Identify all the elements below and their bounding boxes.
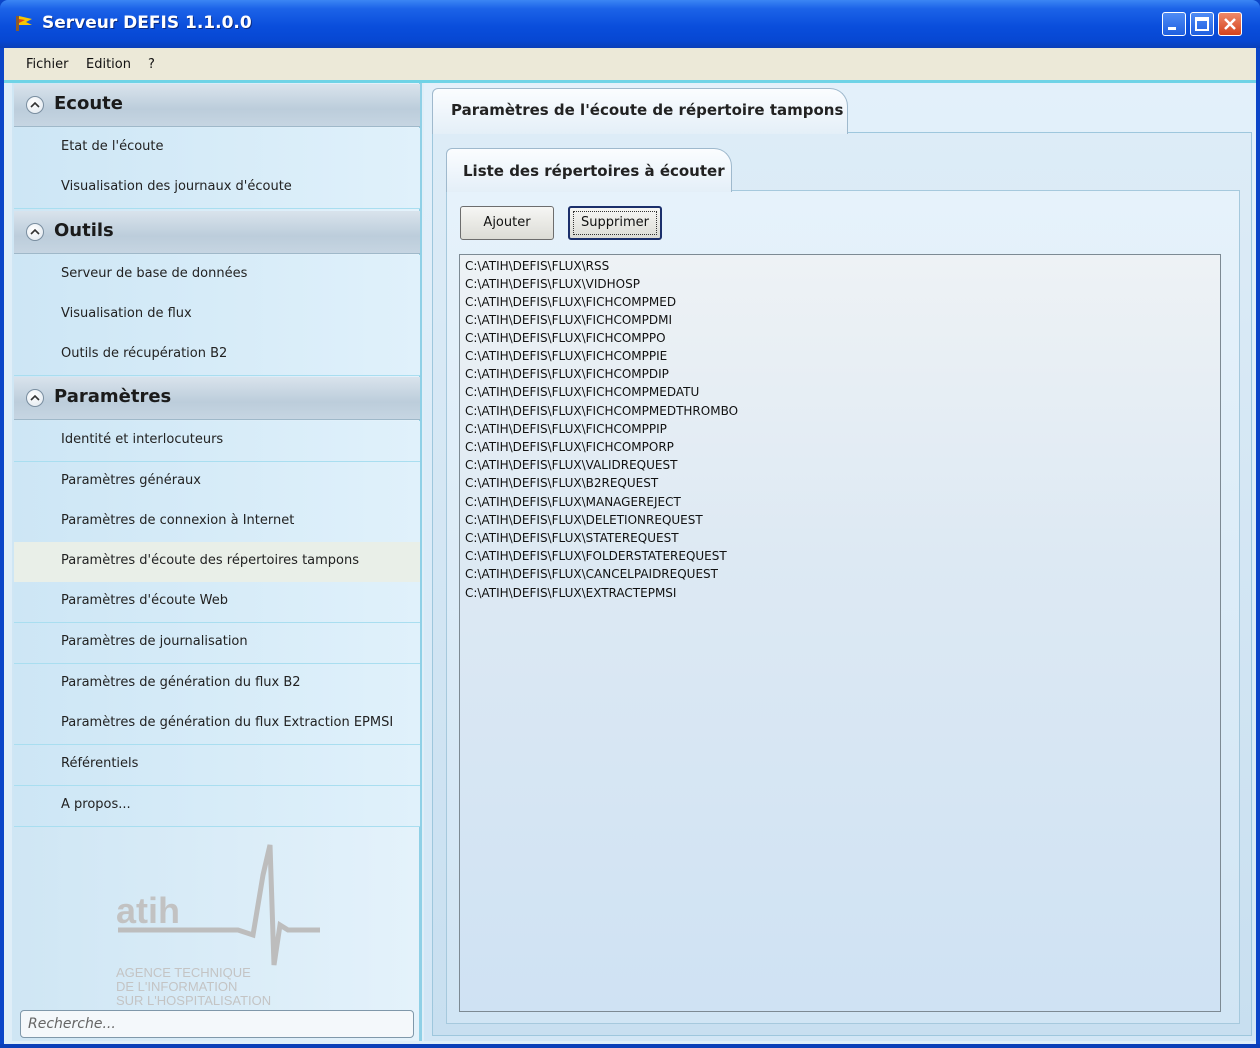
sidebar-item-etat-ecoute[interactable]: Etat de l'écoute — [14, 128, 420, 169]
atih-logo: atih AGENCE TECHNIQUE DE L'INFORMATION S… — [116, 844, 320, 1008]
section-outils-header[interactable]: Outils — [14, 211, 420, 254]
sidebar-item-label: Paramètres de journalisation — [61, 634, 248, 649]
tab-label: Paramètres de l'écoute de répertoire tam… — [451, 101, 844, 119]
window-frame-right — [1256, 48, 1260, 1048]
tab-liste-repertoires[interactable]: Liste des répertoires à écouter — [446, 148, 732, 192]
sidebar-item-parametres-generaux[interactable]: Paramètres généraux — [14, 462, 420, 503]
app-window: Serveur DEFIS 1.1.0.0 Fichier Edition ? … — [0, 0, 1260, 1048]
sidebar-item-referentiels[interactable]: Référentiels — [14, 745, 420, 786]
tab-ecoute-repertoires[interactable]: Paramètres de l'écoute de répertoire tam… — [432, 88, 848, 134]
list-item[interactable]: C:\ATIH\DEFIS\FLUX\FICHCOMPDIP — [465, 367, 669, 382]
sidebar-item-recuperation-b2[interactable]: Outils de récupération B2 — [14, 335, 420, 376]
window-title: Serveur DEFIS 1.1.0.0 — [42, 13, 252, 33]
sidebar-item-ecoute-web[interactable]: Paramètres d'écoute Web — [14, 582, 420, 623]
logo-line-3: SUR L'HOSPITALISATION — [116, 993, 271, 1008]
minimize-button[interactable] — [1162, 12, 1186, 36]
maximize-button[interactable] — [1190, 12, 1214, 36]
list-item[interactable]: C:\ATIH\DEFIS\FLUX\FICHCOMPMED — [465, 295, 676, 310]
list-item[interactable]: C:\ATIH\DEFIS\FLUX\EXTRACTEPMSI — [465, 586, 676, 601]
app-icon — [16, 16, 32, 31]
menu-fichier[interactable]: Fichier — [26, 57, 69, 72]
menu-bar: Fichier Edition ? — [4, 48, 1256, 81]
remove-button[interactable]: Supprimer — [568, 206, 662, 240]
window-frame-left — [0, 48, 4, 1048]
collapse-icon[interactable] — [26, 223, 44, 241]
maximize-icon — [1195, 17, 1209, 31]
logo-line-2: DE L'INFORMATION — [116, 979, 237, 994]
section-title: Paramètres — [54, 386, 172, 407]
list-item[interactable]: C:\ATIH\DEFIS\FLUX\MANAGEREJECT — [465, 495, 681, 510]
list-item[interactable]: C:\ATIH\DEFIS\FLUX\CANCELPAIDREQUEST — [465, 567, 718, 582]
search-placeholder: Recherche... — [28, 1016, 116, 1032]
sidebar-item-journaux[interactable]: Visualisation des journaux d'écoute — [14, 168, 420, 209]
list-item[interactable]: C:\ATIH\DEFIS\FLUX\VIDHOSP — [465, 277, 640, 292]
section-title: Outils — [54, 220, 114, 241]
sidebar-item-label: Paramètres de génération du flux B2 — [61, 675, 301, 690]
sidebar-item-journalisation[interactable]: Paramètres de journalisation — [14, 623, 420, 664]
sidebar-item-label: Identité et interlocuteurs — [61, 432, 224, 447]
list-item[interactable]: C:\ATIH\DEFIS\FLUX\RSS — [465, 259, 609, 274]
collapse-icon[interactable] — [26, 96, 44, 114]
list-item[interactable]: C:\ATIH\DEFIS\FLUX\FICHCOMPPIP — [465, 422, 667, 437]
logo-wordmark: atih — [116, 890, 180, 931]
logo-line-1: AGENCE TECHNIQUE — [116, 965, 251, 980]
list-item[interactable]: C:\ATIH\DEFIS\FLUX\FICHCOMPMEDTHROMBO — [465, 404, 738, 419]
tab-label: Liste des répertoires à écouter — [463, 162, 725, 180]
sidebar-item-flux-b2[interactable]: Paramètres de génération du flux B2 — [14, 664, 420, 705]
section-title: Ecoute — [54, 93, 123, 114]
list-item[interactable]: C:\ATIH\DEFIS\FLUX\FICHCOMPMEDATU — [465, 385, 699, 400]
sidebar-item-label: Outils de récupération B2 — [61, 346, 228, 361]
minimize-icon — [1168, 27, 1176, 30]
sidebar-item-serveur-bdd[interactable]: Serveur de base de données — [14, 255, 420, 296]
list-item[interactable]: C:\ATIH\DEFIS\FLUX\VALIDREQUEST — [465, 458, 677, 473]
section-parametres-header[interactable]: Paramètres — [14, 377, 420, 420]
sidebar-item-label: Visualisation de flux — [61, 306, 192, 321]
window-frame-bottom — [0, 1044, 1260, 1048]
sidebar-item-label: Paramètres généraux — [61, 473, 201, 488]
directory-list[interactable]: C:\ATIH\DEFIS\FLUX\RSS C:\ATIH\DEFIS\FLU… — [459, 254, 1221, 1012]
menu-edition[interactable]: Edition — [86, 57, 131, 72]
search-input[interactable]: Recherche... — [20, 1010, 414, 1038]
sidebar-item-flux-epmsi[interactable]: Paramètres de génération du flux Extract… — [14, 704, 420, 745]
section-ecoute-header[interactable]: Ecoute — [14, 84, 420, 127]
sidebar-item-label: Paramètres de connexion à Internet — [61, 513, 295, 528]
sidebar-item-label: Paramètres d'écoute des répertoires tamp… — [61, 553, 360, 568]
list-item[interactable]: C:\ATIH\DEFIS\FLUX\STATEREQUEST — [465, 531, 679, 546]
add-button[interactable]: Ajouter — [460, 206, 554, 240]
list-item[interactable]: C:\ATIH\DEFIS\FLUX\FICHCOMPORP — [465, 440, 674, 455]
sidebar-item-visualisation-flux[interactable]: Visualisation de flux — [14, 295, 420, 336]
close-icon — [1224, 18, 1236, 30]
sidebar-item-connexion-internet[interactable]: Paramètres de connexion à Internet — [14, 502, 420, 543]
sidebar-item-a-propos[interactable]: A propos... — [14, 786, 420, 827]
focus-ring — [573, 211, 657, 235]
collapse-icon[interactable] — [26, 389, 44, 407]
list-item[interactable]: C:\ATIH\DEFIS\FLUX\DELETIONREQUEST — [465, 513, 703, 528]
list-item[interactable]: C:\ATIH\DEFIS\FLUX\FICHCOMPPO — [465, 331, 666, 346]
list-item[interactable]: C:\ATIH\DEFIS\FLUX\FICHCOMPPIE — [465, 349, 667, 364]
list-item[interactable]: C:\ATIH\DEFIS\FLUX\FICHCOMPDMI — [465, 313, 672, 328]
close-button[interactable] — [1218, 12, 1242, 36]
sidebar-item-identite[interactable]: Identité et interlocuteurs — [14, 421, 420, 462]
title-bar[interactable]: Serveur DEFIS 1.1.0.0 — [0, 0, 1260, 48]
sidebar-item-label: Paramètres d'écoute Web — [61, 593, 228, 608]
sidebar-item-label: A propos... — [61, 797, 131, 812]
menu-help[interactable]: ? — [148, 57, 155, 72]
sidebar-item-label: Référentiels — [61, 756, 139, 771]
list-item[interactable]: C:\ATIH\DEFIS\FLUX\FOLDERSTATEREQUEST — [465, 549, 727, 564]
sidebar-item-ecoute-repertoires[interactable]: Paramètres d'écoute des répertoires tamp… — [14, 542, 420, 583]
sidebar-item-label: Visualisation des journaux d'écoute — [61, 179, 292, 194]
list-item[interactable]: C:\ATIH\DEFIS\FLUX\B2REQUEST — [465, 476, 658, 491]
sidebar-item-label: Serveur de base de données — [61, 266, 248, 281]
sidebar-item-label: Etat de l'écoute — [61, 139, 164, 154]
sidebar-item-label: Paramètres de génération du flux Extract… — [61, 715, 394, 730]
